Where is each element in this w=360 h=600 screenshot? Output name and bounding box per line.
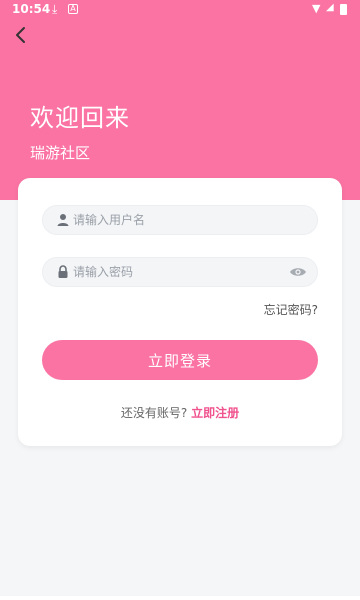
battery-icon — [340, 4, 347, 15]
login-card: 忘记密码? 立即登录 还没有账号? 立即注册 — [18, 178, 342, 446]
register-prompt: 还没有账号? — [120, 406, 188, 420]
back-icon[interactable] — [10, 24, 32, 46]
bottom-edge — [0, 596, 360, 600]
status-time: 10:54 — [12, 2, 51, 16]
page-subtitle: 瑞游社区 — [30, 144, 91, 162]
username-input[interactable] — [73, 206, 283, 234]
status-bar: 10:54 ⤓ A ▼ ◢ — [0, 0, 360, 20]
lock-icon — [58, 265, 68, 278]
user-icon — [57, 214, 69, 226]
wifi-icon: ▼ — [312, 2, 321, 15]
signal-icon: ◢ — [326, 2, 334, 13]
username-field[interactable] — [42, 205, 318, 235]
password-field[interactable] — [42, 257, 318, 287]
notification-icon: A — [68, 4, 78, 14]
eye-icon[interactable] — [289, 264, 307, 280]
password-input[interactable] — [73, 258, 283, 286]
page-title: 欢迎回来 — [30, 104, 130, 132]
register-row: 还没有账号? 立即注册 — [18, 404, 342, 421]
forgot-password-link[interactable]: 忘记密码? — [264, 301, 318, 318]
login-button[interactable]: 立即登录 — [42, 340, 318, 380]
download-icon: ⤓ — [52, 2, 58, 16]
register-link[interactable]: 立即注册 — [191, 406, 239, 420]
